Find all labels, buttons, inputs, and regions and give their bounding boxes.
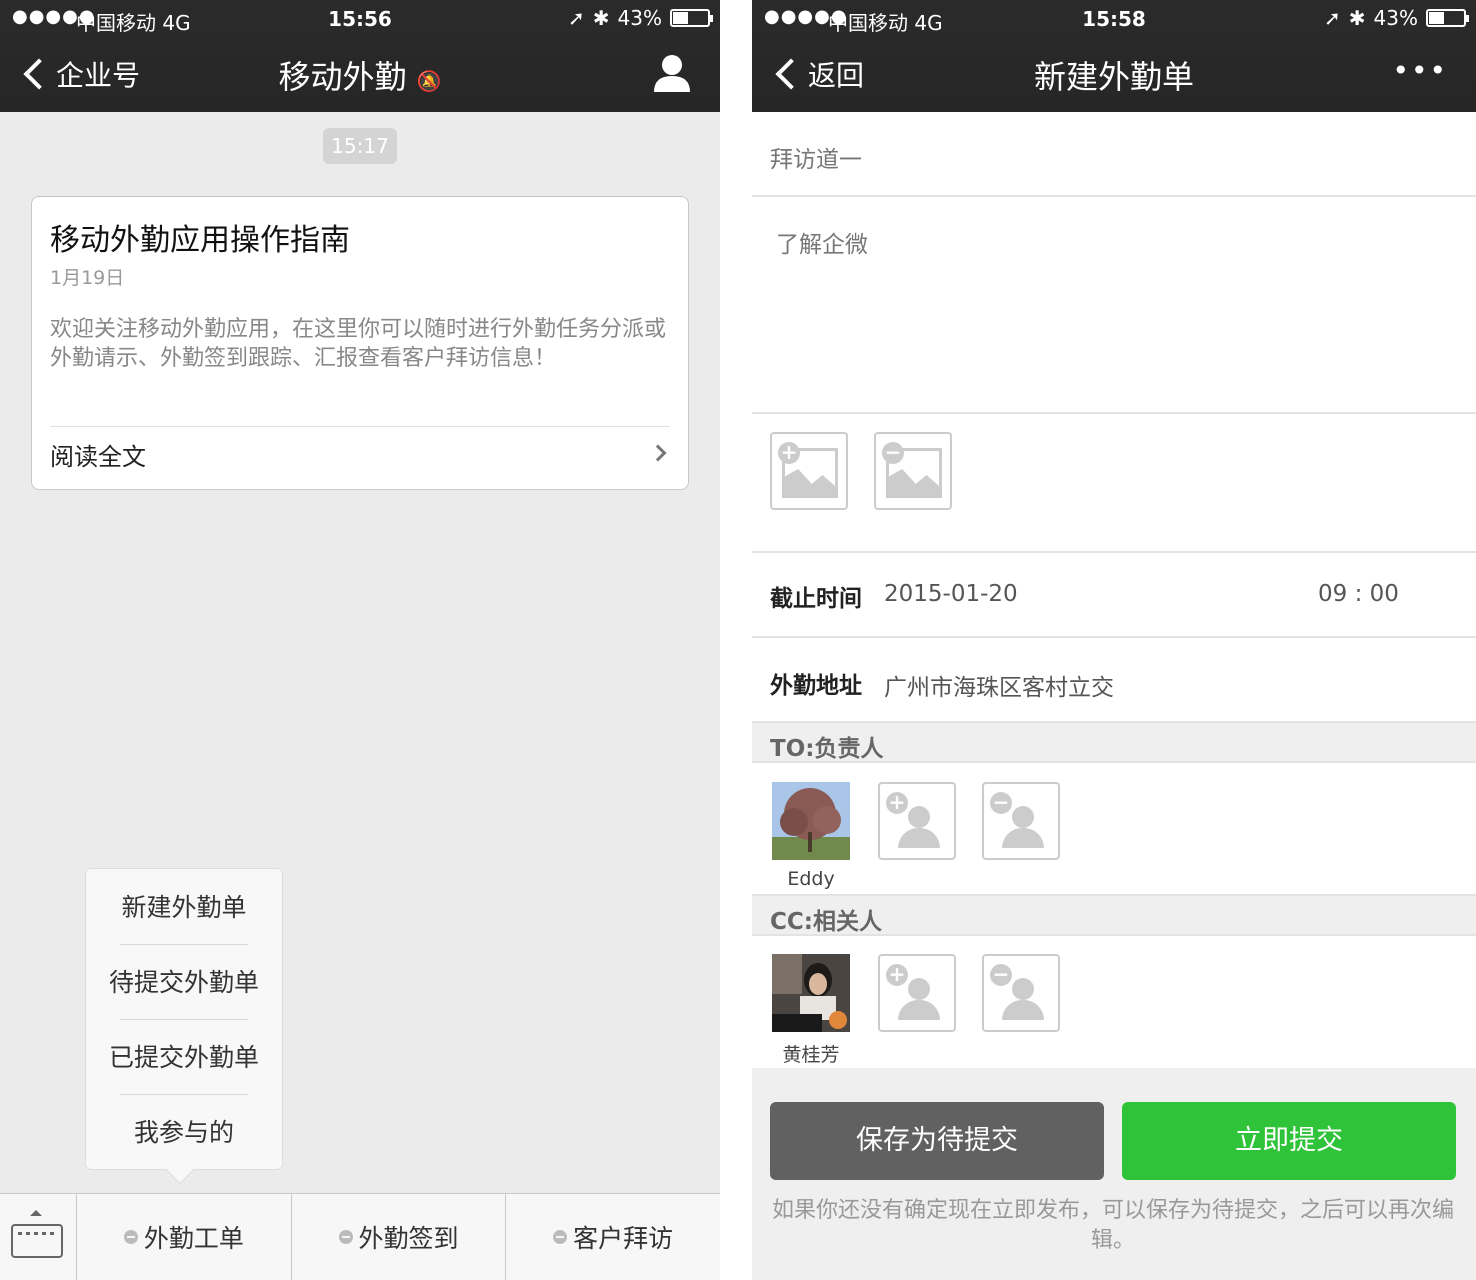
- tab-checkin[interactable]: 外勤签到: [292, 1194, 507, 1280]
- tab-label: 外勤签到: [358, 1224, 459, 1253]
- content-textarea[interactable]: 了解企微: [776, 225, 868, 259]
- deadline-label: 截止时间: [770, 586, 862, 612]
- mute-icon: 🔕: [416, 69, 442, 93]
- menu-dot-icon: [338, 1230, 353, 1244]
- deadline-date[interactable]: 2015-01-20: [884, 581, 1018, 607]
- to-person-name: Eddy: [787, 868, 835, 890]
- article-title: 移动外勤应用操作指南: [50, 223, 350, 258]
- keyboard-icon: [11, 1224, 63, 1258]
- right-header: ●●●●● 中国移动 4G 15:58 ➚ ✱ 43% 返回 新建外勤单 •••: [752, 0, 1476, 112]
- menu-dot-icon: [123, 1230, 138, 1244]
- location-icon: ➚: [1324, 6, 1341, 30]
- tab-work-order[interactable]: 外勤工单: [77, 1194, 292, 1280]
- plus-icon: +: [778, 442, 800, 464]
- remove-cc-button[interactable]: −: [982, 954, 1060, 1032]
- nav-bar: 企业号 移动外勤 🔕: [0, 40, 720, 112]
- status-bar: ●●●●● 中国移动 4G 15:58 ➚ ✱ 43%: [752, 0, 1476, 38]
- tab-customer-visit[interactable]: 客户拜访: [506, 1194, 720, 1280]
- deadline-time[interactable]: 09 : 00: [1318, 581, 1399, 607]
- location-icon: ➚: [568, 6, 585, 30]
- plus-icon: +: [886, 964, 908, 986]
- screen-gap: [720, 0, 752, 1280]
- cc-person-name: 黄桂芳: [782, 1044, 840, 1066]
- save-draft-button[interactable]: 保存为待提交: [770, 1102, 1104, 1180]
- menu-item-submitted[interactable]: 已提交外勤单: [86, 1019, 282, 1094]
- right-screen: ●●●●● 中国移动 4G 15:58 ➚ ✱ 43% 返回 新建外勤单 •••…: [752, 0, 1476, 1280]
- menu-item-participated[interactable]: 我参与的: [86, 1094, 282, 1169]
- more-options-icon[interactable]: •••: [1392, 54, 1448, 87]
- profile-icon[interactable]: [654, 54, 690, 92]
- minus-icon: −: [882, 442, 904, 464]
- page-title: 新建外勤单: [1033, 58, 1194, 96]
- article-summary: 欢迎关注移动外勤应用，在这里你可以随时进行外勤任务分派或外勤请示、外勤签到跟踪、…: [50, 317, 667, 371]
- remove-assignee-button[interactable]: −: [982, 782, 1060, 860]
- to-label: TO:负责人: [770, 736, 884, 762]
- subject-input[interactable]: 拜访道一: [770, 140, 862, 174]
- menu-item-pending[interactable]: 待提交外勤单: [86, 944, 282, 1019]
- message-timestamp: 15:17: [323, 128, 397, 164]
- battery-icon: [670, 9, 713, 27]
- content-row: 了解企微: [752, 197, 1476, 414]
- chevron-up-icon: [30, 1210, 42, 1216]
- subject-row: 拜访道一: [752, 112, 1476, 197]
- minus-icon: −: [990, 792, 1012, 814]
- article-card[interactable]: 移动外勤应用操作指南 1月19日 欢迎关注移动外勤应用，在这里你可以随时进行外勤…: [31, 196, 689, 490]
- tab-label: 外勤工单: [143, 1224, 244, 1253]
- keyboard-toggle-button[interactable]: [0, 1194, 77, 1280]
- chevron-right-icon: [649, 444, 667, 462]
- address-row[interactable]: 外勤地址 广州市海珠区客村立交: [752, 638, 1476, 723]
- action-footer: 保存为待提交 立即提交 如果你还没有确定现在立即发布，可以保存为待提交，之后可以…: [752, 1068, 1476, 1280]
- read-more-link[interactable]: 阅读全文: [50, 437, 146, 472]
- plus-icon: +: [886, 792, 908, 814]
- avatar[interactable]: [772, 782, 850, 860]
- deadline-row[interactable]: 截止时间 2015-01-20 09 : 00: [752, 553, 1476, 638]
- bluetooth-icon: ✱: [592, 6, 610, 30]
- article-date: 1月19日: [50, 267, 125, 289]
- left-header: ●●●●● 中国移动 4G 15:56 ➚ ✱ 43% 企业号 移动外勤 🔕: [0, 0, 720, 112]
- add-assignee-button[interactable]: +: [878, 782, 956, 860]
- tab-label: 客户拜访: [573, 1224, 674, 1253]
- battery-percent: 43%: [617, 6, 662, 30]
- left-screen: ●●●●● 中国移动 4G 15:56 ➚ ✱ 43% 企业号 移动外勤 🔕 1…: [0, 0, 720, 1280]
- add-image-button[interactable]: +: [770, 432, 848, 510]
- hint-text: 如果你还没有确定现在立即发布，可以保存为待提交，之后可以再次编辑。: [771, 1198, 1454, 1253]
- divider: [50, 426, 670, 427]
- nav-bar: 返回 新建外勤单 •••: [752, 40, 1476, 112]
- bottom-menu-bar: 外勤工单 外勤签到 客户拜访: [0, 1193, 720, 1280]
- add-cc-button[interactable]: +: [878, 954, 956, 1032]
- status-bar: ●●●●● 中国移动 4G 15:56 ➚ ✱ 43%: [0, 0, 720, 38]
- to-section-header: TO:负责人: [752, 721, 1476, 763]
- address-label: 外勤地址: [770, 673, 862, 699]
- popup-menu: 新建外勤单 待提交外勤单 已提交外勤单 我参与的: [85, 868, 283, 1170]
- tree-photo: [772, 782, 850, 860]
- image-row: + −: [752, 414, 1476, 553]
- battery-percent: 43%: [1373, 6, 1418, 30]
- remove-image-button[interactable]: −: [874, 432, 952, 510]
- battery-icon: [1426, 9, 1469, 27]
- menu-item-new[interactable]: 新建外勤单: [86, 869, 282, 944]
- address-value[interactable]: 广州市海珠区客村立交: [884, 668, 1114, 702]
- bluetooth-icon: ✱: [1348, 6, 1366, 30]
- cc-label: CC:相关人: [770, 909, 882, 935]
- person-photo: [772, 954, 850, 1032]
- minus-icon: −: [990, 964, 1012, 986]
- menu-dot-icon: [553, 1230, 568, 1244]
- avatar[interactable]: [772, 954, 850, 1032]
- cc-section-header: CC:相关人: [752, 894, 1476, 936]
- page-title: 移动外勤: [278, 58, 407, 96]
- submit-button[interactable]: 立即提交: [1122, 1102, 1456, 1180]
